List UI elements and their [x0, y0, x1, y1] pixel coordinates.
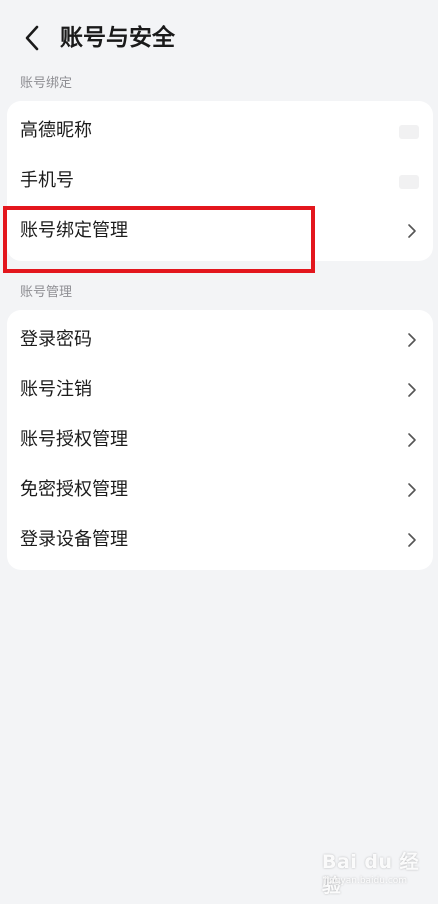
chevron-right-icon — [408, 533, 416, 547]
list-item-label: 高德昵称 — [20, 120, 92, 141]
list-item-label: 账号注销 — [20, 379, 92, 400]
list-item-account-cancellation[interactable]: 账号注销 — [7, 365, 433, 415]
watermark-brand: Bai du 经验 — [322, 851, 420, 897]
back-button[interactable] — [14, 20, 50, 56]
list-item-amap-nickname[interactable]: 高德昵称 — [7, 106, 433, 156]
watermark-url: jingyan.baidu.com — [324, 876, 408, 886]
list-item-label: 免密授权管理 — [20, 479, 128, 500]
list-item-label: 账号授权管理 — [20, 429, 128, 450]
phone-value — [399, 175, 419, 189]
page-title: 账号与安全 — [60, 25, 175, 51]
chevron-right-icon — [408, 333, 416, 347]
list-item-password-free-authorization[interactable]: 免密授权管理 — [7, 465, 433, 515]
list-item-label: 手机号 — [20, 170, 74, 191]
list-item-label: 登录密码 — [20, 329, 92, 350]
chevron-right-icon — [408, 383, 416, 397]
chevron-left-icon — [25, 25, 39, 51]
section-label-account-management: 账号管理 — [20, 285, 73, 300]
list-item-account-authorization[interactable]: 账号授权管理 — [7, 415, 433, 465]
section-label-account-binding: 账号绑定 — [20, 76, 73, 91]
highlight-annotation-box — [3, 206, 315, 273]
list-item-login-password[interactable]: 登录密码 — [7, 315, 433, 365]
chevron-right-icon — [408, 433, 416, 447]
chevron-right-icon — [408, 224, 416, 238]
list-item-login-device-management[interactable]: 登录设备管理 — [7, 515, 433, 565]
watermark: Bai du 经验 jingyan.baidu.com — [322, 850, 426, 897]
chevron-right-icon — [408, 483, 416, 497]
list-item-label: 登录设备管理 — [20, 529, 128, 550]
nickname-value — [399, 125, 419, 139]
top-bar: 账号与安全 — [0, 0, 438, 78]
account-security-page: { "header": { "title": "账号与安全", "back_ic… — [0, 0, 438, 904]
list-item-phone-number[interactable]: 手机号 — [7, 156, 433, 206]
account-management-card: 登录密码 账号注销 账号授权管理 免密授权管理 登录设备管理 — [7, 310, 433, 570]
